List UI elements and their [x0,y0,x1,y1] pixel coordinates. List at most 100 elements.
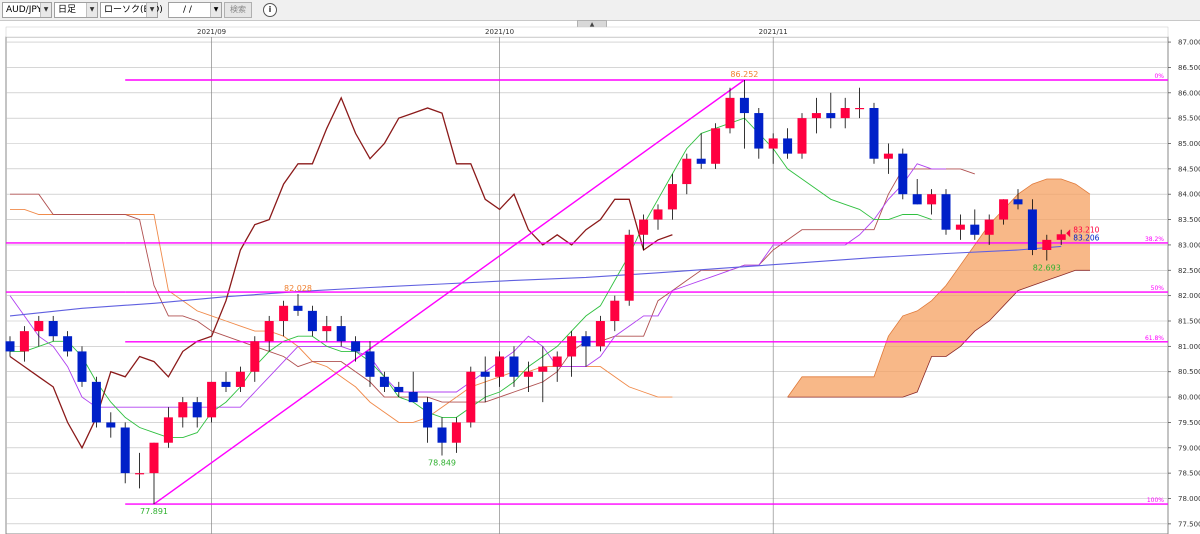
y-tick-label: 86.000 [1178,89,1200,97]
candle-body [293,305,303,311]
candle-body [941,194,951,230]
candlestick-chart[interactable]: 87.000 86.500 86.000 85.500 85.000 84.500 84.0… [0,0,1200,534]
y-tick-label: 87.000 [1178,39,1200,47]
candle-body [394,386,404,392]
current-ask-label: 83.206 [1073,233,1099,242]
candle-body [336,326,346,342]
candle-body [221,381,231,387]
y-tick-label: 77.500 [1178,520,1200,528]
fib-level-label: 50% [1151,285,1165,292]
y-tick-label: 78.500 [1178,470,1200,478]
candle-body [5,341,15,352]
candle-body [883,153,893,159]
candle-body [235,371,245,387]
candle-body [1013,199,1023,205]
candle-body [379,376,389,387]
candle-body [523,371,533,377]
candle-body [855,108,865,110]
candle-body [106,422,116,428]
fib-level-label: 38.2% [1145,236,1164,243]
candle-body [984,219,994,235]
y-tick-label: 80.500 [1178,368,1200,376]
x-tick-label: 2021/11 [759,28,788,36]
y-tick-label: 86.500 [1178,64,1200,72]
fib-level-label: 0% [1154,73,1164,80]
candle-body [927,194,937,205]
fib-level-label: 100% [1147,497,1164,504]
candle-body [595,321,605,347]
candle-body [840,108,850,119]
candle-body [653,209,663,220]
candle-body [538,366,548,372]
candle-body [408,392,418,403]
y-tick-label: 79.500 [1178,419,1200,427]
candle-body [739,97,749,114]
x-axis-strip [5,26,1169,38]
y-tick-label: 84.000 [1178,191,1200,199]
candle-body [264,321,274,342]
y-tick-label: 81.500 [1178,318,1200,326]
x-tick-label: 2021/09 [197,28,226,36]
candle-body [466,371,476,423]
candle-body [696,158,706,164]
price-annotation: 77.891 [140,507,168,516]
y-tick-label: 85.500 [1178,115,1200,123]
y-tick-label: 82.000 [1178,292,1200,300]
candle-body [567,336,577,357]
price-annotation: 78.849 [428,458,456,467]
y-tick-label: 81.000 [1178,343,1200,351]
candle-body [423,402,433,428]
y-tick-label: 80.000 [1178,394,1200,402]
candle-body [768,138,778,149]
candle-body [826,113,836,119]
price-annotation: 82.028 [284,284,312,293]
fib-level-label: 61.8% [1145,335,1164,342]
candle-body [912,194,922,205]
y-tick-label: 78.000 [1178,495,1200,503]
candle-body [682,158,692,185]
candle-body [365,351,375,377]
candle-body [77,351,87,382]
x-tick-label: 2021/10 [485,28,514,36]
candle-body [639,219,649,235]
y-tick-label: 84.500 [1178,165,1200,173]
candle-body [624,234,634,301]
candle-body [480,371,490,377]
candle-body [869,108,879,159]
y-tick-label: 83.000 [1178,241,1200,249]
y-tick-label: 85.000 [1178,140,1200,148]
candle-body [451,422,461,443]
candle-body [437,427,447,443]
candle-body [19,331,29,352]
candle-body [797,118,807,154]
candle-body [322,326,332,332]
candle-body [667,184,677,210]
candle-body [898,153,908,195]
candle-body [581,336,591,347]
candle-body [250,341,260,372]
candle-body [207,381,217,418]
candle-body [351,341,361,352]
y-tick-label: 79.000 [1178,444,1200,452]
candle-body [34,321,44,332]
candle-body [178,402,188,418]
price-annotation: 86.252 [730,70,758,79]
candle-body [163,417,173,443]
candle-body [509,356,519,377]
price-annotation: 82.693 [1033,263,1061,272]
candle-body [552,356,562,367]
candle-body [307,310,317,332]
candle-body [783,138,793,154]
y-tick-label: 83.500 [1178,216,1200,224]
candle-body [1042,239,1052,250]
candle-body [279,305,289,321]
candle-body [711,128,721,164]
candle-body [725,97,735,129]
candle-body [1027,209,1037,250]
candle-body [970,224,980,235]
candle-body [135,473,145,475]
candle-body [754,113,764,149]
candle-body [48,321,58,337]
candle-body [495,356,505,377]
y-tick-label: 82.500 [1178,267,1200,275]
